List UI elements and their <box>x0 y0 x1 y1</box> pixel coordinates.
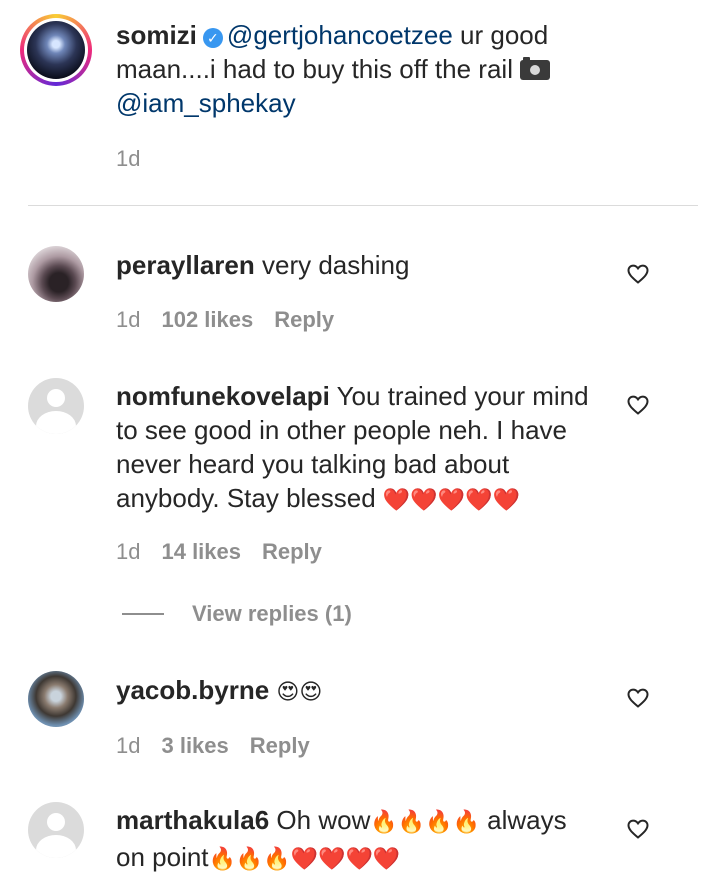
reply-button[interactable]: Reply <box>262 539 322 565</box>
heart-outline-icon[interactable] <box>626 817 650 841</box>
comment-avatar[interactable] <box>28 671 84 727</box>
comment-body: very dashing <box>261 250 410 280</box>
reply-button[interactable]: Reply <box>274 307 334 333</box>
reply-button[interactable]: Reply <box>250 733 310 759</box>
heart-outline-icon[interactable] <box>626 262 650 286</box>
comment-timestamp: 1d <box>116 733 141 758</box>
view-replies-label: View replies (1) <box>192 601 352 626</box>
post-caption: somizi ✓ @gertjohancoetzee ur good maan...… <box>0 0 720 205</box>
caption-text: somizi ✓ @gertjohancoetzee ur good maan...… <box>116 18 586 120</box>
comment-meta: 1d 3 likes Reply <box>116 733 310 759</box>
comment-avatar[interactable] <box>28 246 84 302</box>
comment-body: Oh wow <box>276 805 371 835</box>
caption-timestamp: 1d <box>116 146 141 171</box>
heart-outline-icon[interactable] <box>626 686 650 710</box>
comment-text: perayllaren very dashing <box>116 248 601 282</box>
comment-likes[interactable]: 14 likes <box>161 539 241 565</box>
comment-username[interactable]: yacob.byrne <box>116 675 269 705</box>
heart-outline-icon[interactable] <box>626 393 650 417</box>
default-avatar-icon[interactable] <box>28 802 84 858</box>
comment-timestamp: 1d <box>116 307 141 332</box>
comment-timestamp: 1d <box>116 539 141 564</box>
comment-username[interactable]: nomfunekovelapi <box>116 381 330 411</box>
caption-avatar[interactable] <box>20 14 92 86</box>
caption-mention-sphekay[interactable]: @iam_sphekay <box>116 88 296 118</box>
comment-username[interactable]: perayllaren <box>116 250 255 280</box>
comment-meta: 1d 14 likes Reply <box>116 539 322 565</box>
verified-badge-icon: ✓ <box>202 28 223 48</box>
caption-username[interactable]: somizi <box>116 20 197 50</box>
comment-username[interactable]: marthakula6 <box>116 805 269 835</box>
fire-heart-emoji-icon: 🔥🔥🔥❤️❤️❤️❤️ <box>208 847 401 872</box>
avatar-photo <box>27 21 85 79</box>
heart-emoji-icon: ❤️❤️❤️❤️❤️ <box>382 488 520 513</box>
fire-emoji-icon: 🔥🔥🔥🔥 <box>370 810 480 835</box>
caption-divider <box>28 205 698 206</box>
replies-divider-line <box>122 613 164 615</box>
comment-likes[interactable]: 3 likes <box>161 733 228 759</box>
comment-text: nomfunekovelapi You trained your mind to… <box>116 379 601 518</box>
comment-text: yacob.byrne 😍😍 <box>116 673 601 710</box>
comment-likes[interactable]: 102 likes <box>161 307 253 333</box>
view-replies-button[interactable]: View replies (1) <box>122 601 352 627</box>
heart-eyes-emoji-icon: 😍😍 <box>276 680 323 705</box>
comment-meta: 1d 102 likes Reply <box>116 307 334 333</box>
caption-mention-gert[interactable]: @gertjohancoetzee <box>227 20 453 50</box>
camera-icon <box>520 57 551 80</box>
comment-text: marthakula6 Oh wow🔥🔥🔥🔥 always on point🔥🔥… <box>116 803 601 877</box>
default-avatar-icon[interactable] <box>28 378 84 434</box>
